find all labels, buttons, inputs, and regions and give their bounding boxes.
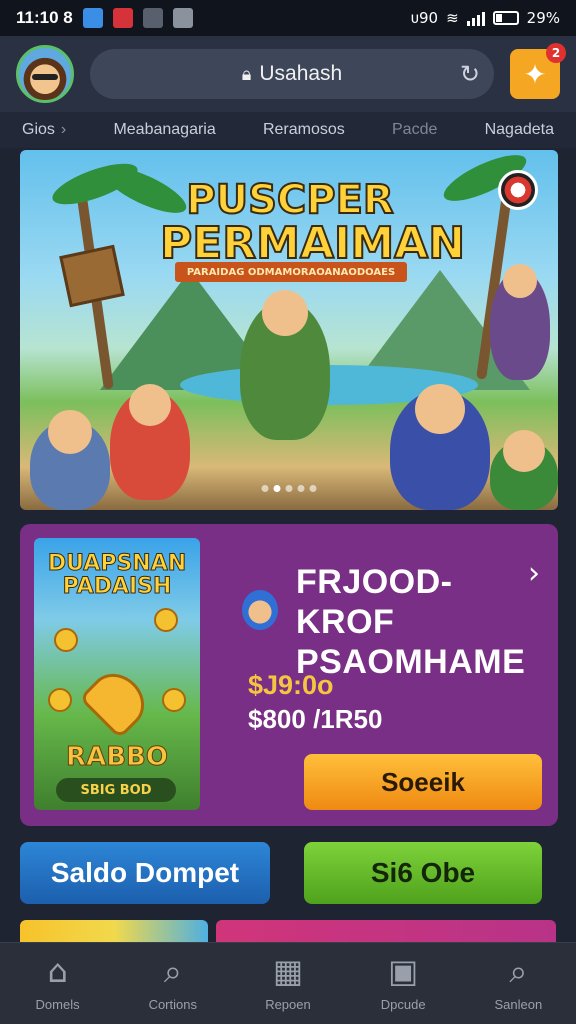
search-text: Usahash [259, 62, 343, 85]
promo-title-line1: FRJOOD-KROF [296, 563, 453, 642]
top-bar: 🔒︎ Usahash ↻ ✦ 2 [0, 36, 576, 112]
bottom-nav-label: Repoen [265, 997, 311, 1012]
promo-image-foot: SBIG BOD [56, 778, 176, 802]
hero-title-line1: PUSCPER [185, 177, 394, 223]
bottom-nav-domels[interactable]: ⌂ Domels [8, 955, 108, 1012]
close-notification-icon [172, 8, 193, 28]
battery-percent: 29% [526, 9, 560, 27]
hero-title: PUSCPER PERMAIMAN [159, 177, 466, 269]
chevron-right-icon: › [60, 121, 67, 138]
promo-title: FRJOOD-KROF PSAOMHAME [296, 562, 526, 682]
promo-image-title: DUAPSNAN PADAISH [47, 551, 187, 600]
gift-icon: ✦ [523, 57, 547, 91]
tab-pacde[interactable]: Pacde [392, 121, 437, 139]
search-bar[interactable]: 🔒︎ Usahash ↻ [90, 49, 494, 99]
hero-character [490, 430, 558, 510]
lock-icon: 🔒︎ [241, 63, 252, 84]
hero-ribbon: PARAIDAG ODMAMORAOANAODOAES [175, 262, 407, 282]
bottom-nav-cortions[interactable]: ⌕ Cortions [123, 955, 223, 1012]
price-old: $J9:0o [248, 670, 334, 700]
hero-character [390, 384, 490, 510]
carousel-dot[interactable] [273, 485, 281, 492]
nav-tabs: Gios › Meabanagaria Reramosos Pacde Nagad… [0, 112, 576, 148]
status-bar: 11:10 8 ᴜ90 ≋ 29% [0, 0, 576, 36]
gallery-notification-icon [142, 8, 163, 28]
carousel-dot[interactable] [309, 485, 317, 492]
carousel-dot[interactable] [285, 485, 293, 492]
hero-character [490, 264, 550, 380]
search-icon: ⌕ [163, 952, 182, 990]
hero-character [110, 384, 190, 500]
coin-icon [154, 608, 178, 632]
target-icon[interactable] [498, 170, 538, 210]
refresh-icon[interactable]: ↻ [460, 60, 480, 89]
promo-image: DUAPSNAN PADAISH RABBO SBIG BOD [34, 538, 200, 810]
tab-reramosos[interactable]: Reramosos [263, 121, 345, 139]
price-new: $800 /1R50 [248, 704, 383, 734]
bottom-nav-repoen[interactable]: ▦ Repoen [238, 955, 338, 1012]
tab-gios-label: Gios [22, 121, 55, 138]
status-network-text: ᴜ90 [410, 9, 439, 27]
promo-image-sub: RABBO [66, 742, 169, 773]
bottom-nav-sanleon[interactable]: ⌕ Sanleon [468, 955, 568, 1012]
hero-title-line2: PERMAIMAN [159, 218, 466, 269]
bottom-nav-label: Domels [35, 997, 80, 1012]
coin-icon [54, 628, 78, 652]
tab-nagadeta[interactable]: Nagadeta [485, 121, 554, 139]
tab-gios[interactable]: Gios › [22, 121, 66, 139]
avatar[interactable] [16, 45, 74, 103]
wifi-icon: ≋ [446, 9, 459, 27]
search-icon: ⌕ [509, 952, 528, 990]
coin-icon [162, 688, 186, 712]
bottom-nav-label: Cortions [148, 997, 197, 1012]
calculator-icon: ▦ [272, 952, 304, 990]
bottom-nav: ⌂ Domels ⌕ Cortions ▦ Repoen ▣ Dpcude ⌕ … [0, 942, 576, 1024]
app-notification-icon [112, 8, 133, 28]
promo-card[interactable]: DUAPSNAN PADAISH RABBO SBIG BOD FRJOOD-K… [20, 524, 558, 826]
hero-character [30, 410, 110, 510]
carousel-dot[interactable] [261, 485, 269, 492]
wallet-balance-button[interactable]: Saldo Dompet [20, 842, 270, 904]
chevron-right-icon[interactable]: › [528, 556, 540, 591]
carousel-dots[interactable] [261, 485, 317, 492]
battery-icon [492, 11, 519, 25]
home-icon: ⌂ [47, 952, 68, 990]
gift-button[interactable]: ✦ 2 [510, 43, 566, 99]
gift-badge: 2 [546, 43, 566, 63]
message-notification-icon [82, 8, 103, 28]
bottom-nav-dpcude[interactable]: ▣ Dpcude [353, 955, 453, 1012]
hero-banner[interactable]: PUSCPER PERMAIMAN PARAIDAG ODMAMORAOANAO… [20, 150, 558, 510]
heart-icon [78, 662, 156, 740]
mascot-icon [242, 590, 278, 630]
obe-button[interactable]: Si6 Obe [304, 842, 542, 904]
signal-icon [466, 10, 485, 26]
carousel-dot[interactable] [297, 485, 305, 492]
wallet-icon: ▣ [388, 952, 419, 990]
status-time: 11:10 8 [16, 8, 73, 27]
hero-character [240, 290, 330, 440]
bottom-nav-label: Sanleon [494, 997, 543, 1012]
promo-buy-button[interactable]: Soeeik [304, 754, 542, 810]
bottom-nav-label: Dpcude [380, 997, 426, 1012]
tab-meabanagaria[interactable]: Meabanagaria [113, 121, 215, 139]
coin-icon [48, 688, 72, 712]
